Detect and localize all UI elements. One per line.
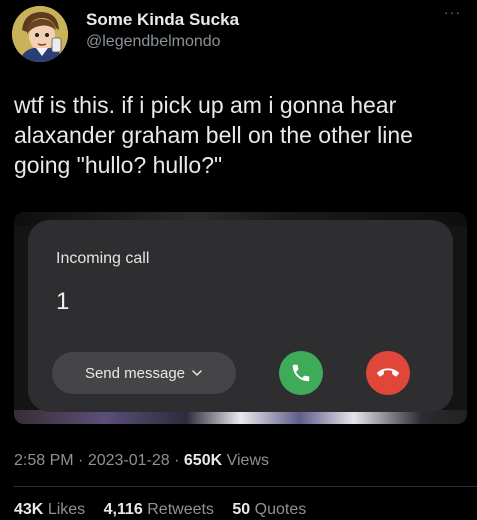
send-message-button[interactable]: Send message — [52, 352, 236, 394]
tweet-media[interactable]: Incoming call 1 Send message — [14, 212, 467, 424]
likes-count: 43K — [14, 501, 44, 518]
tweet-time[interactable]: 2:58 PM — [14, 452, 74, 469]
tweet-text: wtf is this. if i pick up am i gonna hea… — [14, 92, 413, 178]
retweets-count: 4,116 — [103, 501, 143, 518]
likes-label: Likes — [47, 501, 86, 518]
user-handle[interactable]: @legendbelmondo — [86, 33, 221, 51]
tweet-header: Some Kinda Sucka @legendbelmondo ··· — [0, 0, 477, 70]
avatar[interactable] — [12, 6, 68, 62]
divider — [14, 486, 477, 487]
incoming-call-card: Incoming call 1 Send message — [28, 220, 453, 412]
accept-call-button[interactable] — [279, 351, 323, 395]
views-count: 650K — [183, 452, 223, 469]
retweets-stat[interactable]: 4,116 Retweets — [104, 501, 219, 518]
views-label: Views — [226, 452, 269, 469]
chevron-down-icon — [192, 370, 202, 376]
phone-accept-icon — [292, 364, 310, 382]
quotes-stat[interactable]: 50 Quotes — [232, 501, 306, 518]
caller-number: 1 — [56, 288, 70, 315]
tweet-stats: 43K Likes 4,116 Retweets 50 Quotes — [14, 501, 320, 519]
more-icon[interactable]: ··· — [444, 4, 461, 20]
likes-stat[interactable]: 43K Likes — [14, 501, 90, 518]
retweets-label: Retweets — [147, 501, 214, 518]
media-background-strip — [14, 410, 467, 424]
quotes-count: 50 — [232, 501, 251, 518]
phone-decline-icon — [377, 368, 399, 377]
meta-separator: · — [78, 452, 84, 469]
tweet-meta: 2:58 PM · 2023-01-28 · 650K Views — [14, 452, 269, 470]
display-name[interactable]: Some Kinda Sucka — [86, 10, 239, 30]
meta-separator: · — [174, 452, 180, 469]
cartoon-avatar-icon — [12, 6, 68, 62]
tweet-date[interactable]: 2023-01-28 — [88, 452, 170, 469]
decline-call-button[interactable] — [366, 351, 410, 395]
send-message-label: Send message — [84, 364, 186, 382]
quotes-label: Quotes — [254, 501, 307, 518]
incoming-call-label: Incoming call — [56, 250, 150, 267]
